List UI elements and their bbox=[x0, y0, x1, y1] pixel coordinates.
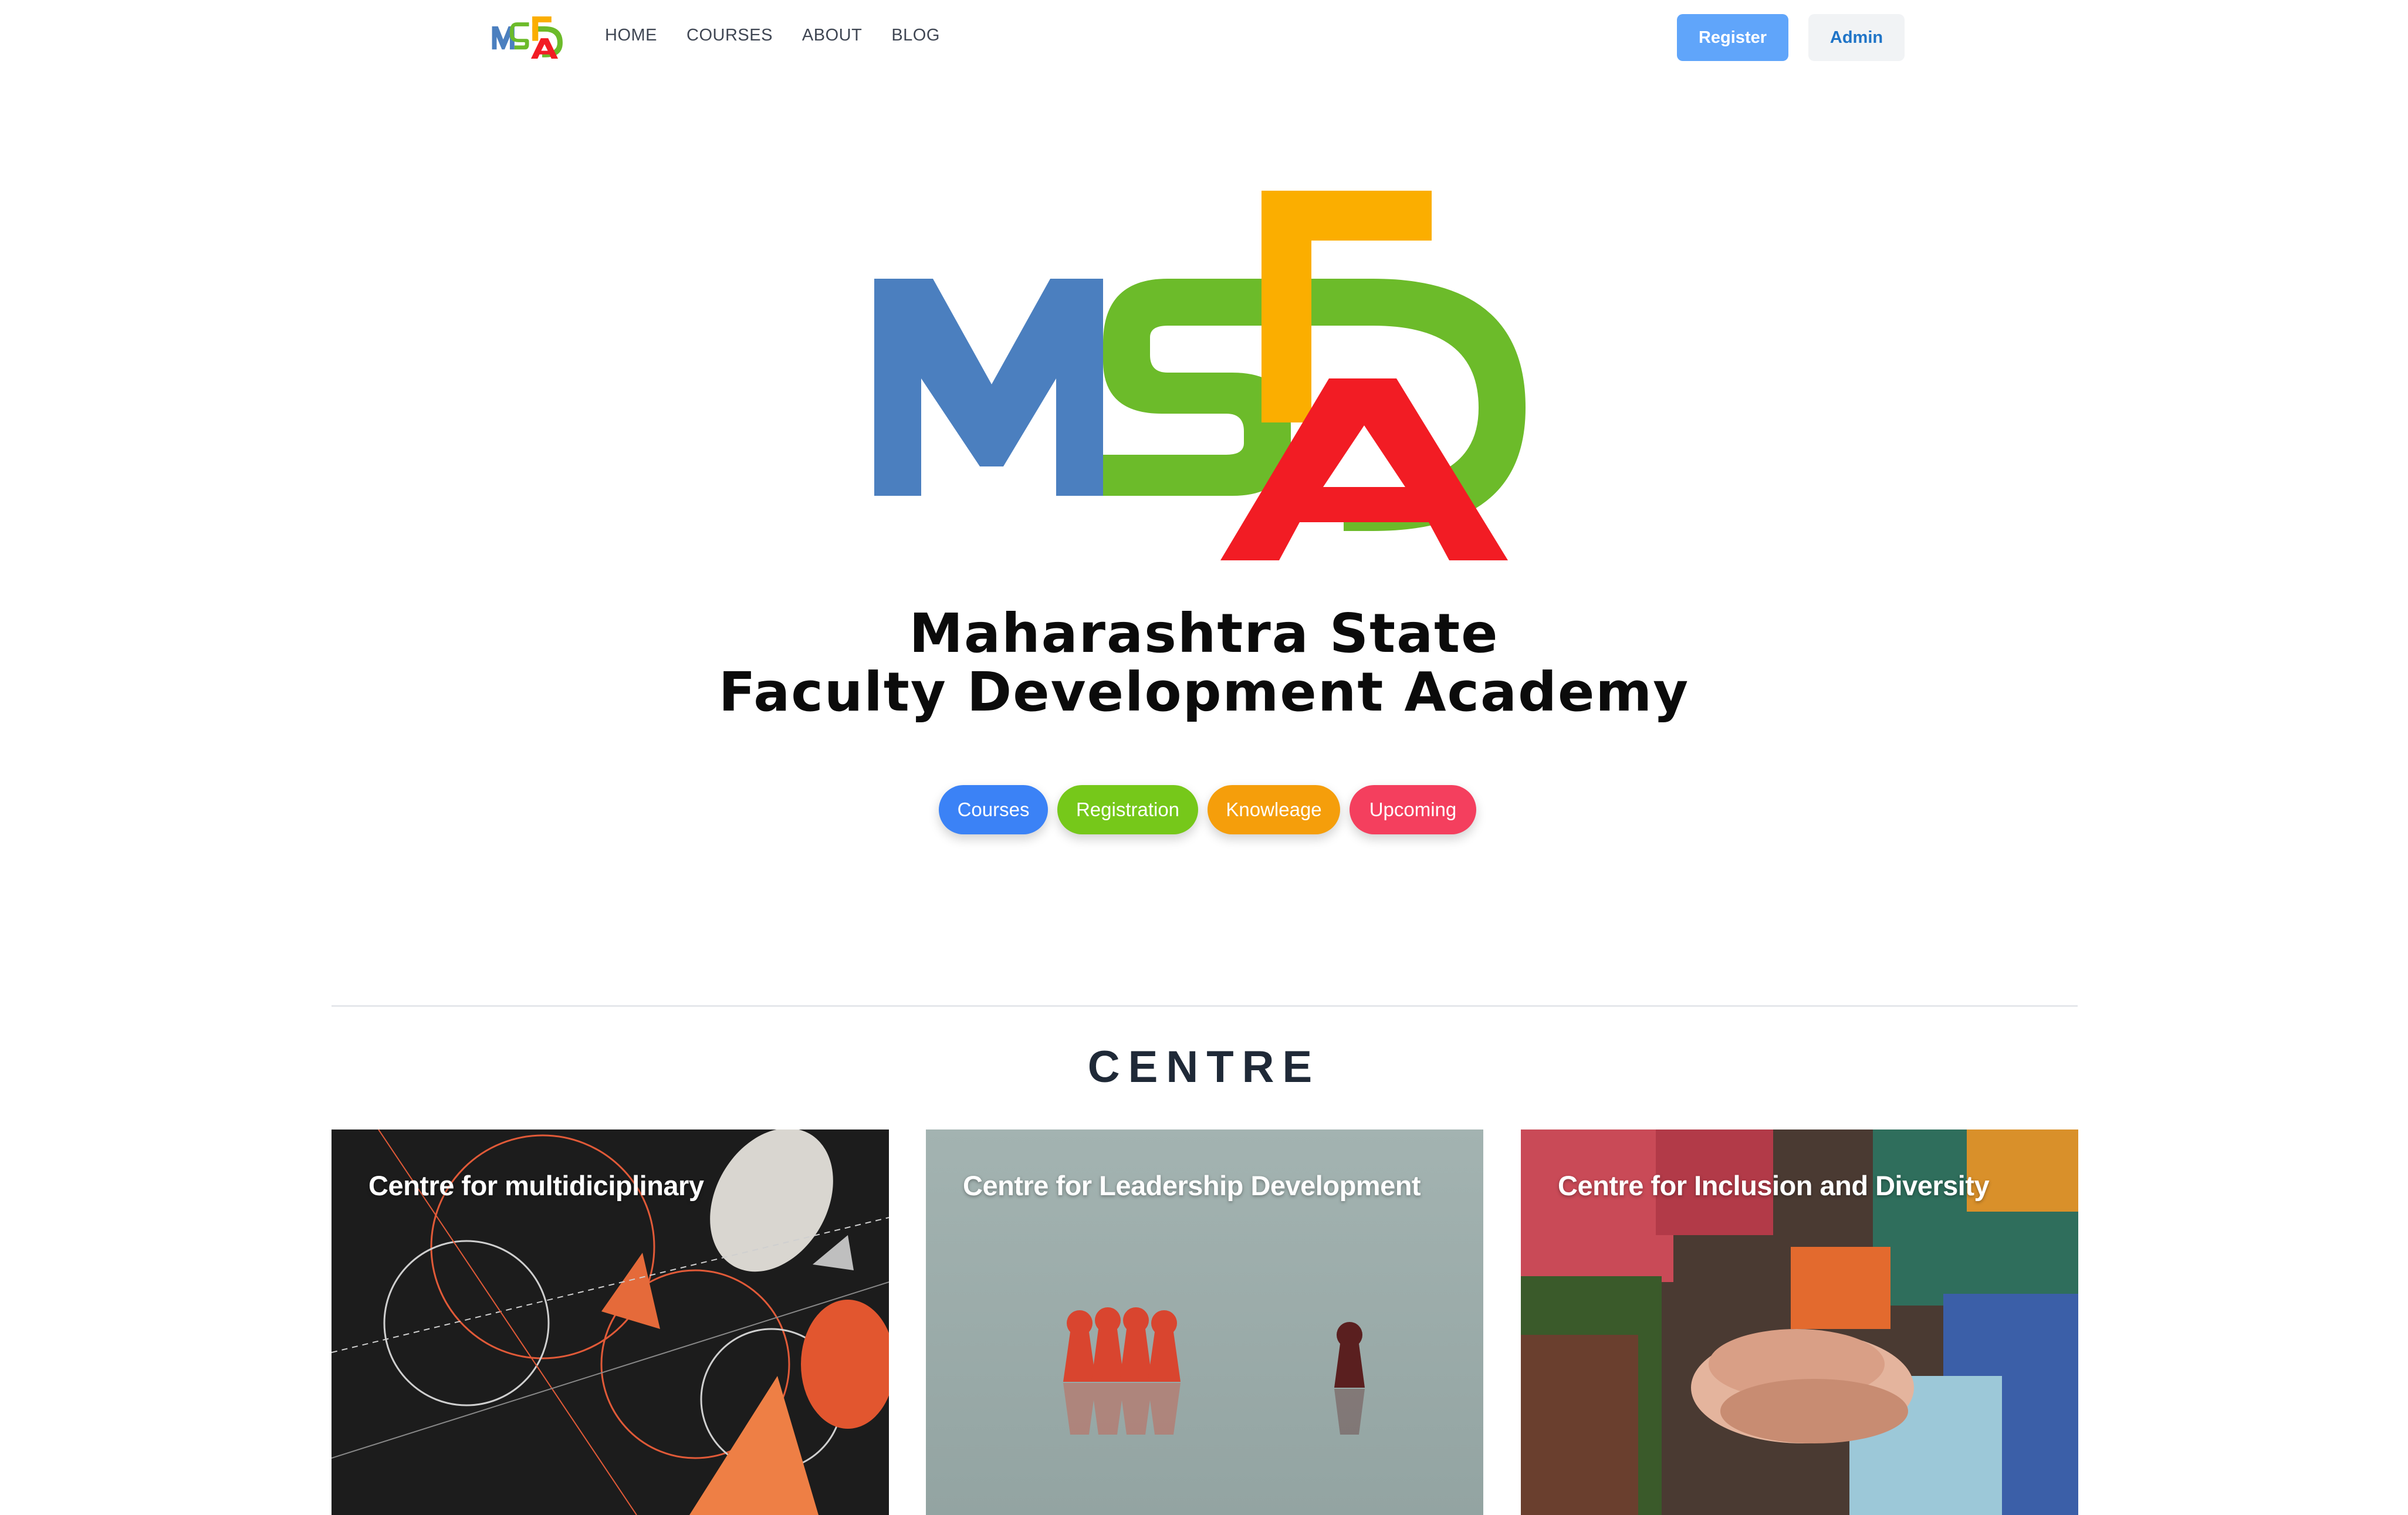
centre-card-multidisciplinary[interactable]: Centre for multidiciplinary bbox=[332, 1130, 889, 1515]
hero-pill-group: Courses Registration Knowleage Upcoming bbox=[939, 785, 1476, 834]
knowledge-pill-button[interactable]: Knowleage bbox=[1208, 785, 1340, 834]
top-navbar: HOME COURSES ABOUT BLOG Register Admin bbox=[0, 0, 2408, 75]
nav-about[interactable]: ABOUT bbox=[802, 26, 862, 45]
upcoming-pill-button[interactable]: Upcoming bbox=[1350, 785, 1476, 834]
centre-heading: CENTRE bbox=[1087, 1042, 1321, 1092]
hero-title: Maharashtra State Faculty Development Ac… bbox=[704, 604, 1704, 722]
card-title-inclusion: Centre for Inclusion and Diversity bbox=[1558, 1170, 1990, 1201]
nav-courses[interactable]: COURSES bbox=[686, 26, 773, 45]
card-title-leadership: Centre for Leadership Development bbox=[963, 1170, 1421, 1201]
hero-title-line2: Faculty Development Academy bbox=[718, 661, 1690, 723]
nav-links: HOME COURSES ABOUT BLOG bbox=[605, 26, 969, 45]
msfda-hero-logo bbox=[874, 191, 1526, 560]
courses-pill-button[interactable]: Courses bbox=[939, 785, 1048, 834]
registration-pill-button[interactable]: Registration bbox=[1057, 785, 1198, 834]
centre-card-inclusion[interactable]: Centre for Inclusion and Diversity bbox=[1521, 1130, 2078, 1515]
logo-letter-m bbox=[874, 279, 1103, 496]
centre-card-leadership[interactable]: Centre for Leadership Development bbox=[926, 1130, 1483, 1515]
register-button[interactable]: Register bbox=[1677, 14, 1788, 61]
hero-title-line1: Maharashtra State bbox=[909, 602, 1499, 665]
msfda-logo-small[interactable] bbox=[492, 16, 566, 59]
nav-blog[interactable]: BLOG bbox=[891, 26, 940, 45]
admin-button[interactable]: Admin bbox=[1808, 14, 1905, 61]
card-title-multidisciplinary: Centre for multidiciplinary bbox=[368, 1170, 704, 1201]
section-divider bbox=[332, 1005, 2078, 1007]
nav-home[interactable]: HOME bbox=[605, 26, 657, 45]
